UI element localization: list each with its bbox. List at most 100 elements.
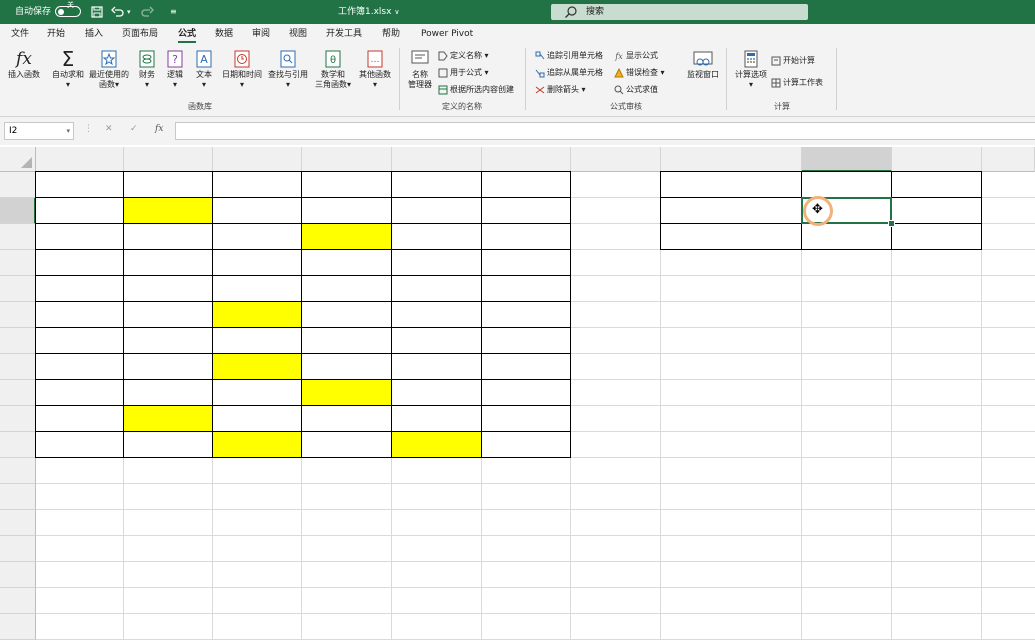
tab-page-layout[interactable]: 页面布局 [122,24,158,44]
column-header-c[interactable] [213,147,302,172]
value-cell[interactable] [213,380,302,406]
value-cell[interactable] [302,380,392,406]
row-header-15[interactable] [0,536,36,562]
more-functions-button[interactable]: … 其他函数 ▾ [356,48,394,90]
value-cell[interactable] [213,328,302,354]
name-cell[interactable] [36,276,124,302]
value-cell[interactable] [124,406,213,432]
tab-view[interactable]: 视图 [289,24,307,44]
summary-label-cell[interactable] [661,198,802,224]
math-trig-button[interactable]: θ 数学和 三角函数▾ [312,48,354,90]
value-cell[interactable] [124,380,213,406]
autosave-toggle[interactable]: 关 [55,1,81,17]
name-cell[interactable] [36,432,124,458]
value-cell[interactable] [302,250,392,276]
value-cell[interactable] [213,302,302,328]
financial-button[interactable]: 财务 ▾ [135,48,159,90]
value-cell[interactable] [482,224,571,250]
undo-dropdown-icon[interactable]: ▾ [127,0,131,24]
column-header-a[interactable] [36,147,124,172]
value-cell[interactable] [124,198,213,224]
name-cell[interactable] [36,250,124,276]
column-header-d[interactable] [302,147,392,172]
summary-value-cell[interactable] [802,224,892,250]
name-box-dropdown-icon[interactable]: ▾ [66,123,70,139]
value-cell[interactable] [302,354,392,380]
tab-data[interactable]: 数据 [215,24,233,44]
customize-toolbar-icon[interactable]: ≡ [170,0,177,24]
show-formulas-button[interactable]: fx 显示公式 [614,50,658,62]
tab-review[interactable]: 审阅 [252,24,270,44]
table-header-cell[interactable] [124,172,213,198]
fill-handle[interactable] [888,220,895,227]
insert-function-button[interactable]: fx 插入函数 [5,48,43,80]
search-box[interactable]: 搜索 [551,4,808,20]
value-cell[interactable] [124,250,213,276]
value-cell[interactable] [392,406,482,432]
redo-icon[interactable] [140,5,154,19]
name-box[interactable]: I2 ▾ [4,122,74,140]
create-from-selection-button[interactable]: 根据所选内容创建 [438,84,514,96]
value-cell[interactable] [392,380,482,406]
tab-developer[interactable]: 开发工具 [326,24,362,44]
value-cell[interactable] [213,406,302,432]
value-cell[interactable] [392,328,482,354]
value-cell[interactable] [213,432,302,458]
lookup-reference-button[interactable]: 查找与引用 ▾ [266,48,310,90]
summary-label-cell[interactable] [661,224,802,250]
value-cell[interactable] [213,198,302,224]
summary-header-cell[interactable] [802,172,892,198]
tab-home[interactable]: 开始 [47,24,65,44]
undo-icon[interactable] [111,5,125,19]
value-cell[interactable] [482,380,571,406]
enter-icon[interactable]: ✓ [130,124,138,134]
value-cell[interactable] [482,406,571,432]
value-cell[interactable] [124,276,213,302]
value-cell[interactable] [482,302,571,328]
value-cell[interactable] [482,198,571,224]
save-icon[interactable] [90,5,104,19]
row-header-13[interactable] [0,484,36,510]
table-header-cell[interactable] [482,172,571,198]
calculation-options-button[interactable]: 计算选项 ▾ [732,48,770,90]
value-cell[interactable] [482,250,571,276]
table-header-cell[interactable] [392,172,482,198]
row-header-12[interactable] [0,458,36,484]
value-cell[interactable] [392,302,482,328]
summary-header-cell[interactable] [892,172,982,198]
column-header-k[interactable] [982,147,1035,172]
value-cell[interactable] [302,406,392,432]
name-cell[interactable] [36,224,124,250]
value-cell[interactable] [392,276,482,302]
row-header-2[interactable] [0,198,36,224]
trace-precedents-button[interactable]: 追踪引用单元格 [535,50,603,62]
row-header-11[interactable] [0,432,36,458]
error-checking-button[interactable]: 错误检查 ▾ [614,67,665,79]
column-header-j[interactable] [892,147,982,172]
value-cell[interactable] [482,432,571,458]
remove-arrows-button[interactable]: 删除箭头 ▾ [535,84,586,96]
insert-function-icon[interactable]: fx [155,124,163,134]
recently-used-button[interactable]: 最近使用的 函数▾ [88,48,130,90]
value-cell[interactable] [124,354,213,380]
row-header-14[interactable] [0,510,36,536]
value-cell[interactable] [124,224,213,250]
table-header-cell[interactable] [213,172,302,198]
formula-input[interactable] [175,122,1035,140]
value-cell[interactable] [392,432,482,458]
date-time-button[interactable]: 日期和时间 ▾ [220,48,264,90]
logical-button[interactable]: ? 逻辑 ▾ [163,48,187,90]
tab-help[interactable]: 帮助 [382,24,400,44]
row-header-17[interactable] [0,588,36,614]
column-header-f[interactable] [482,147,571,172]
row-header-18[interactable] [0,614,36,640]
name-cell[interactable] [36,380,124,406]
calculate-sheet-button[interactable]: 计算工作表 [771,77,823,89]
value-cell[interactable] [213,224,302,250]
name-cell[interactable] [36,328,124,354]
column-header-g[interactable] [571,147,661,172]
watch-window-button[interactable]: 监视窗口 [684,48,722,80]
value-cell[interactable] [392,250,482,276]
row-header-7[interactable] [0,328,36,354]
value-cell[interactable] [302,302,392,328]
